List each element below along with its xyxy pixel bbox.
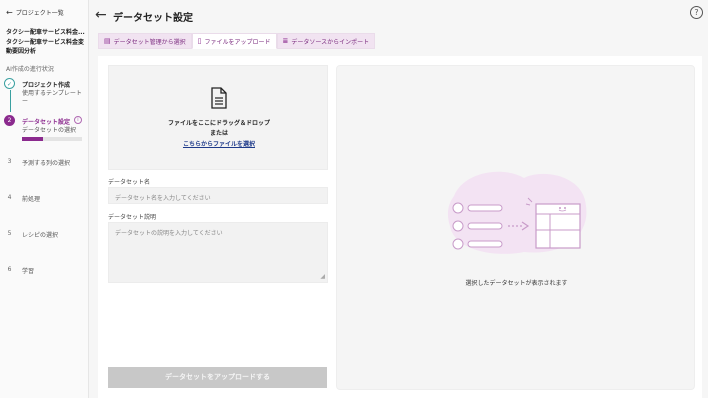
project-name-full: タクシー配車サービス料金変動要因分析 (6, 39, 85, 55)
tab-file-upload[interactable]: ▯ ファイルをアップロード (191, 33, 277, 49)
file-dropzone[interactable]: ファイルをここにドラッグ＆ドロップ または こちらからファイルを選択 (108, 65, 328, 170)
dataset-name-label: データセット名 (108, 179, 151, 186)
step-title: 学習 (22, 268, 35, 275)
help-icon[interactable]: ? (690, 6, 703, 19)
step-subtitle: 使用するテンプレートー (22, 90, 82, 105)
step-title: データセット設定 (22, 119, 71, 126)
preview-placeholder-text: 選択したデータセットが表示されます (465, 280, 568, 287)
database-icon: ≣ (282, 37, 289, 45)
upload-dataset-button[interactable]: データセットをアップロードする (108, 367, 327, 388)
back-to-projects-link[interactable]: ← プロジェクト一覧 (6, 8, 64, 17)
dropzone-text: ファイルをここにドラッグ＆ドロップ (167, 120, 270, 127)
tab-label: データセット管理から選択 (113, 38, 186, 46)
step-title: 前処理 (22, 196, 41, 203)
step-number: 4 (7, 194, 12, 201)
dataset-name-input[interactable]: データセット名を入力してください (108, 187, 328, 204)
document-icon (211, 87, 227, 109)
tab-dataset-management[interactable]: ▤ データセット管理から選択 (98, 33, 192, 49)
page-title: データセット設定 (113, 13, 193, 24)
step-connector (10, 90, 11, 112)
tab-label: ファイルをアップロード (204, 38, 271, 46)
dataset-description-label: データセット説明 (108, 214, 157, 221)
dataset-icon: ▤ (104, 37, 111, 45)
step-number: 3 (7, 158, 12, 165)
info-icon[interactable]: i (74, 116, 82, 124)
step-number: 2 (4, 115, 15, 126)
step-progress-fill (22, 137, 43, 141)
step-number: 5 (7, 230, 12, 237)
description-placeholder: データセットの説明を入力してください (115, 230, 223, 237)
step-progress-bar (22, 137, 82, 141)
step-title: 予測する列の選択 (22, 160, 71, 167)
arrow-left-icon: ← (6, 7, 13, 17)
step-title: レシピの選択 (22, 232, 59, 239)
file-icon: ▯ (197, 37, 202, 45)
tab-datasource-import[interactable]: ≣ データソースからインポート (276, 33, 376, 49)
check-icon: ✓ (4, 78, 15, 89)
back-to-projects-label: プロジェクト一覧 (15, 10, 64, 17)
resize-handle-icon[interactable]: ◢ (320, 273, 325, 280)
step-number: 6 (7, 266, 12, 273)
project-name-truncated: タクシー配車サービス料金... (6, 29, 85, 36)
dropzone-or: または (209, 130, 228, 137)
sidebar: ← プロジェクト一覧 タクシー配車サービス料金... タクシー配車サービス料金変… (0, 0, 89, 398)
source-tabs: ▤ データセット管理から選択 ▯ ファイルをアップロード ≣ データソースからイ… (98, 33, 376, 49)
back-arrow-icon[interactable]: ← (95, 8, 107, 22)
select-file-link[interactable]: こちらからファイルを選択 (109, 139, 329, 148)
dataset-description-input[interactable]: データセットの説明を入力してください ◢ (108, 222, 328, 283)
step-subtitle: データセットの選択 (22, 127, 77, 134)
progress-heading: AI作成の進行状況 (6, 66, 54, 73)
tab-label: データソースからインポート (291, 38, 370, 46)
step-title: プロジェクト作成 (22, 82, 71, 89)
empty-dataset-illustration (447, 171, 587, 254)
dataset-preview-area: 選択したデータセットが表示されます (336, 65, 695, 390)
